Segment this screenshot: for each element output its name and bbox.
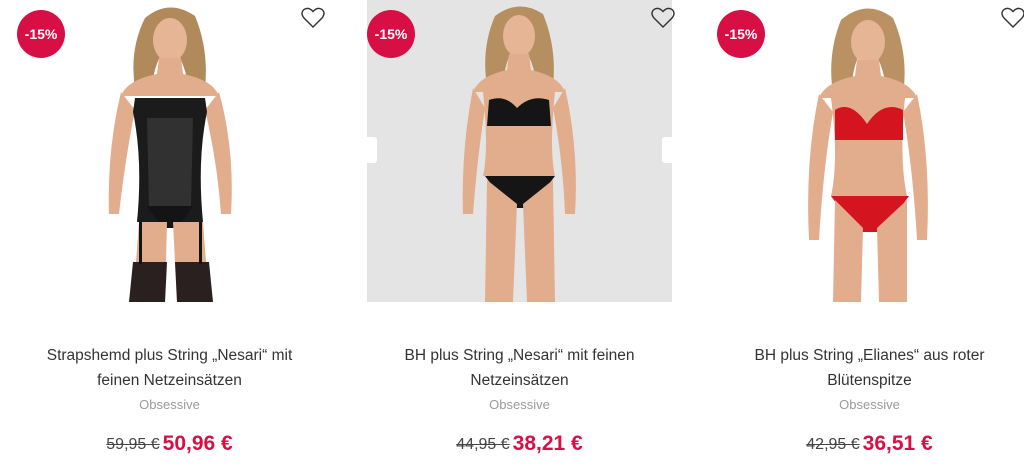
heart-outline-icon[interactable] — [1000, 6, 1024, 30]
sale-price: 38,21 € — [512, 432, 583, 455]
product-photo-model-black-chemise — [108, 7, 232, 302]
product-image[interactable] — [367, 0, 672, 302]
price-block: 59,95 €50,96 € — [17, 432, 322, 456]
product-photo-model-black-bra-set — [462, 6, 576, 302]
product-title-line: BH plus String „Elianes“ aus roter — [754, 347, 985, 364]
product-card[interactable]: -15% BH plus String „Nesari“ mit feinen … — [367, 0, 675, 469]
product-title[interactable]: BH plus String „Nesari“ mit feinen Netze… — [367, 343, 672, 393]
heart-outline-icon[interactable] — [650, 6, 676, 30]
product-brand: Obsessive — [139, 397, 200, 412]
sale-price: 50,96 € — [162, 432, 233, 455]
product-brand: Obsessive — [489, 397, 550, 412]
old-price: 42,95 € — [806, 436, 860, 453]
old-price: 44,95 € — [456, 436, 510, 453]
discount-badge: -15% — [367, 10, 415, 58]
discount-badge: -15% — [717, 10, 765, 58]
product-title-line: Netzeinsätzen — [470, 372, 569, 389]
product-title-line: Blütenspitze — [827, 372, 912, 389]
product-image[interactable] — [17, 0, 322, 302]
product-title-line: Strapshemd plus String „Nesari“ mit — [46, 347, 293, 364]
sale-price: 36,51 € — [862, 432, 933, 455]
image-next-arrow[interactable] — [662, 137, 672, 163]
product-grid: -15% Strapshemd plus String „Nesari“ mit… — [0, 0, 1024, 469]
discount-badge: -15% — [17, 10, 65, 58]
product-image[interactable] — [717, 0, 1022, 302]
product-card[interactable]: -15% BH plus String „Elianes“ aus roter … — [717, 0, 1024, 469]
product-card[interactable]: -15% Strapshemd plus String „Nesari“ mit… — [17, 0, 325, 469]
product-title-line: feinen Netzeinsätzen — [97, 372, 242, 389]
product-brand: Obsessive — [839, 397, 900, 412]
price-block: 42,95 €36,51 € — [717, 432, 1022, 456]
product-title[interactable]: Strapshemd plus String „Nesari“ mit fein… — [17, 343, 322, 393]
product-photo-model-red-lace-set — [808, 8, 928, 302]
image-prev-arrow[interactable] — [367, 137, 377, 163]
price-block: 44,95 €38,21 € — [367, 432, 672, 456]
heart-outline-icon[interactable] — [300, 6, 326, 30]
product-title-line: BH plus String „Nesari“ mit feinen — [404, 347, 635, 364]
product-title[interactable]: BH plus String „Elianes“ aus roter Blüte… — [717, 343, 1022, 393]
old-price: 59,95 € — [106, 436, 160, 453]
